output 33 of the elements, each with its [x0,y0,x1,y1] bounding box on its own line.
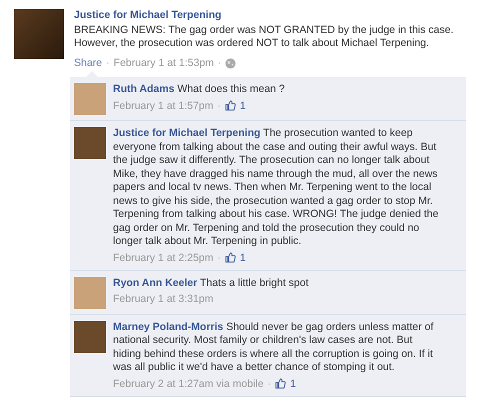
share-link[interactable]: Share [74,56,102,70]
separator-dot: · [268,376,272,390]
like-count[interactable]: 1 [240,250,246,264]
post-text: BREAKING NEWS: The gag order was NOT GRANTED by the judge in this case. However, the prosecution was ordered NOT to talk about Michael Terpening. [74,24,455,50]
like-count[interactable]: 1 [240,98,246,112]
avatar [74,127,106,159]
post-time: February 1 at 1:53pm [114,56,214,70]
like-count[interactable]: 1 [290,376,296,390]
commenter-link[interactable]: Ruth Adams [113,83,174,95]
page-avatar [14,9,64,59]
comment-text: Ruth Adams What does this mean ? [113,83,286,96]
thumbs-up-icon [275,378,286,389]
globe-icon [225,58,236,68]
comment-time: February 1 at 2:25pm [113,250,214,264]
avatar [74,83,106,115]
comment-time: February 1 at 1:57pm [113,98,214,112]
thumbs-up-icon [224,252,236,263]
comment-text: Justice for Michael Terpening The prosecution wanted to keep everyone from talking about the case and outing their awful ways. But the judge saw it differently. The prosecution can no longer talk about Mike, they have dragged his name through the mud, all over the news papers and local tv news. Then when Mr. Terpening went to the local news to give his side, the prosecution wanted a gag order to stop Mr. Terpening from talking about his case. WRONG! The judge denied the gag order on Mr. Terpening and told the prosecution they could no longer talk about Mr. Terpening in public. [113,127,439,248]
separator-dot: · [218,56,222,70]
commenter-link[interactable]: Ryon Ann Keeler [113,276,198,288]
separator-dot: · [106,56,110,70]
separator-dot: · [217,98,221,112]
thumbs-up-icon [224,100,236,111]
avatar [74,276,106,308]
comment-time: February 2 at 1:27am via mobile [113,376,264,390]
commenter-link[interactable]: Marney Poland-Morris [113,320,224,332]
commenter-link[interactable]: Justice for Michael Terpening [113,127,260,139]
comment-text: Ryon Ann Keeler Thats a little bright spot [113,276,310,290]
avatar [74,320,106,352]
comment-time: February 1 at 3:31pm [113,292,214,306]
author-link[interactable]: Justice for Michael Terpening [74,9,476,21]
separator-dot: · [217,250,221,264]
comment-text: Marney Poland-Morris Should never be gag orders unless matter of national security. Most family or children's law cases are not. But hiding behind these orders is where all the corruption is going on. If it was all public it we'd have a better chance of stomping it out. [113,320,434,374]
